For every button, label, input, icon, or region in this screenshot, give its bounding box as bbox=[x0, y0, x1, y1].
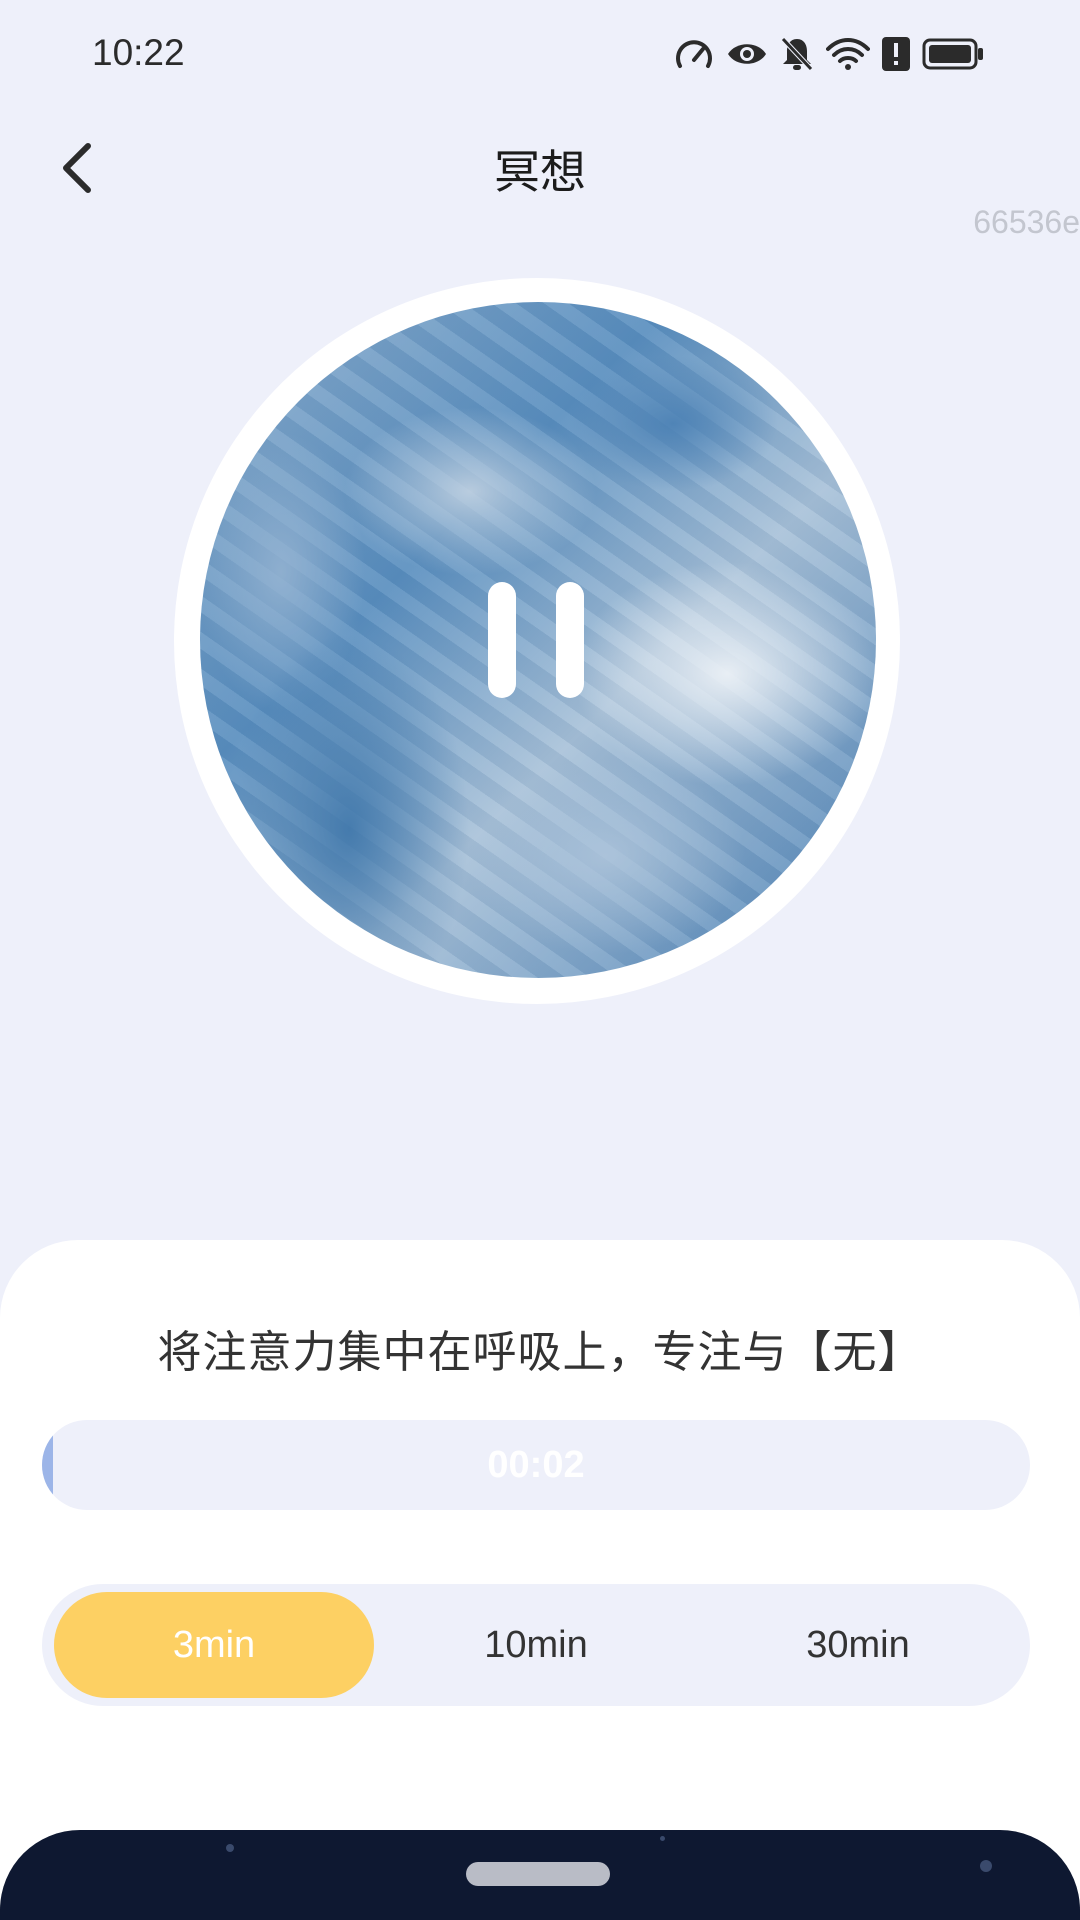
status-bar: 10:22 bbox=[0, 0, 1080, 110]
star-dot bbox=[980, 1860, 992, 1872]
pause-button[interactable] bbox=[488, 582, 584, 702]
duration-option-3min[interactable]: 3min bbox=[54, 1592, 374, 1698]
elapsed-time: 00:02 bbox=[487, 1444, 585, 1486]
status-icons bbox=[674, 36, 984, 72]
pause-icon bbox=[556, 582, 584, 698]
duration-option-10min[interactable]: 10min bbox=[376, 1592, 696, 1698]
duration-selector: 3min 10min 30min bbox=[42, 1584, 1030, 1706]
speedometer-icon bbox=[674, 36, 714, 72]
home-indicator[interactable] bbox=[466, 1862, 610, 1886]
eye-icon bbox=[726, 39, 768, 69]
page-title: 冥想 bbox=[494, 145, 586, 199]
bell-off-icon bbox=[780, 36, 814, 72]
focus-instruction: 将注意力集中在呼吸上，专注与【无】 bbox=[157, 1327, 923, 1378]
progress-bar: 00:02 bbox=[42, 1420, 1030, 1510]
wifi-icon bbox=[826, 37, 870, 71]
star-dot bbox=[660, 1836, 665, 1841]
battery-icon bbox=[922, 38, 984, 70]
duration-option-30min[interactable]: 30min bbox=[698, 1592, 1018, 1698]
status-time: 10:22 bbox=[92, 32, 185, 73]
debug-id-label: 66536e bbox=[973, 204, 1080, 240]
pause-icon bbox=[488, 582, 516, 698]
alert-icon bbox=[882, 37, 910, 71]
star-dot bbox=[226, 1844, 234, 1852]
